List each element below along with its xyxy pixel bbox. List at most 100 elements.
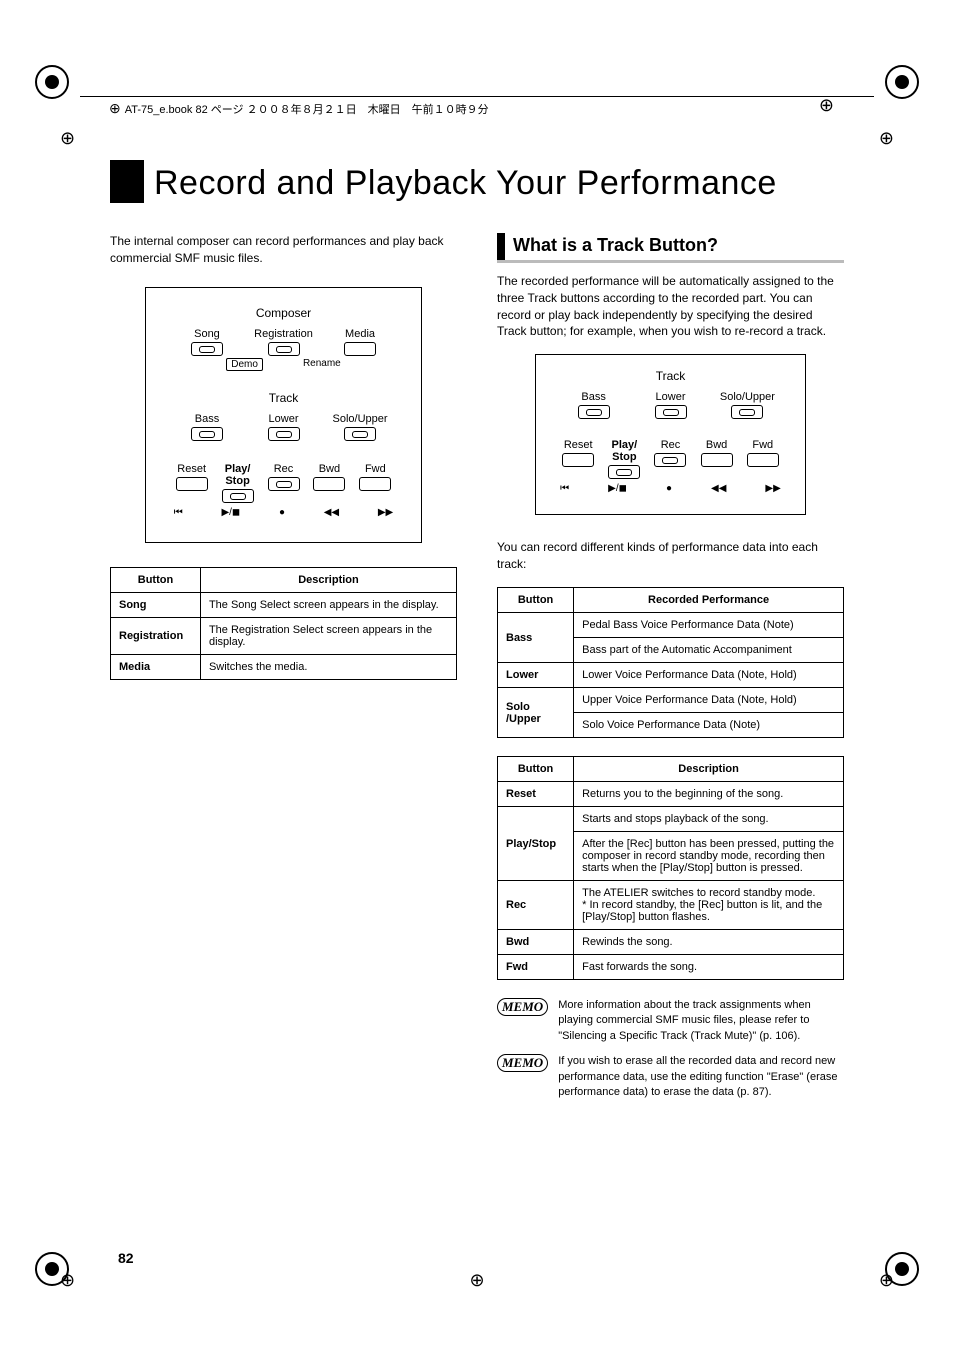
td-key: Rec bbox=[498, 881, 574, 930]
track-panel-figure: Track Bass Lower Solo/Upper Reset Play/ … bbox=[535, 354, 806, 515]
panel-button-icon bbox=[655, 405, 687, 419]
memo-note-2: MEMO If you wish to erase all the record… bbox=[497, 1054, 844, 1100]
th: Button bbox=[498, 588, 574, 613]
td-key: Lower bbox=[498, 663, 574, 688]
panel-button-icon bbox=[268, 477, 300, 491]
panel-button-icon bbox=[176, 477, 208, 491]
header-label: AT-75_e.book 82 ページ ２００８年８月２１日 木曜日 午前１０時… bbox=[105, 100, 493, 117]
panel-button-icon bbox=[562, 453, 594, 467]
td-val: Solo Voice Performance Data (Note) bbox=[574, 713, 844, 738]
td-val: Upper Voice Performance Data (Note, Hold… bbox=[574, 688, 844, 713]
td-key: Registration bbox=[111, 617, 201, 654]
td-val: Pedal Bass Voice Performance Data (Note) bbox=[574, 613, 844, 638]
page-title: Record and Playback Your Performance bbox=[154, 160, 777, 203]
transport-symbol: ▶/◼ bbox=[221, 507, 240, 518]
panel-label: Play/ Stop bbox=[225, 463, 251, 487]
th: Description bbox=[200, 567, 456, 592]
track-subtitle: Track bbox=[174, 391, 394, 405]
panel-label: Bwd bbox=[706, 439, 727, 451]
panel-button-icon bbox=[731, 405, 763, 419]
registration-mark-icon: ⊕ bbox=[879, 128, 894, 149]
page-number: 82 bbox=[118, 1250, 134, 1266]
registration-mark-icon: ⊕ bbox=[469, 1270, 484, 1291]
panel-label: Lower bbox=[656, 391, 686, 403]
panel-label: Rec bbox=[274, 463, 294, 475]
th: Button bbox=[498, 757, 574, 782]
panel-button-icon bbox=[268, 342, 300, 356]
panel-label: Play/ Stop bbox=[612, 439, 638, 463]
panel-button-icon bbox=[747, 453, 779, 467]
panel-button-icon bbox=[313, 477, 345, 491]
intro-text: The internal composer can record perform… bbox=[110, 233, 457, 267]
td-key: Song bbox=[111, 592, 201, 617]
panel-label: Fwd bbox=[365, 463, 386, 475]
panel-button-icon bbox=[654, 453, 686, 467]
panel-button-icon bbox=[222, 489, 254, 503]
panel-button-icon bbox=[191, 427, 223, 441]
memo-icon: MEMO bbox=[497, 998, 548, 1016]
th: Button bbox=[111, 567, 201, 592]
memo-text: If you wish to erase all the recorded da… bbox=[558, 1054, 844, 1100]
panel-label: Solo/Upper bbox=[333, 413, 388, 425]
transport-symbol: ● bbox=[666, 483, 672, 494]
panel-label: Solo/Upper bbox=[720, 391, 775, 403]
section-intro: The recorded performance will be automat… bbox=[497, 273, 844, 340]
registration-mark-icon: ⊕ bbox=[60, 1270, 75, 1291]
td-key: Fwd bbox=[498, 955, 574, 980]
td-val: The Registration Select screen appears i… bbox=[200, 617, 456, 654]
td-val: Bass part of the Automatic Accompaniment bbox=[574, 638, 844, 663]
panel-label: Song bbox=[194, 328, 220, 340]
td-key: Media bbox=[111, 654, 201, 679]
memo-note-1: MEMO More information about the track as… bbox=[497, 998, 844, 1044]
td-val: Switches the media. bbox=[200, 654, 456, 679]
panel-label: Bwd bbox=[319, 463, 340, 475]
transport-symbol: ▶/◼ bbox=[608, 483, 627, 494]
panel-label: Lower bbox=[269, 413, 299, 425]
transport-symbol: ▶▶ bbox=[378, 507, 393, 518]
td-val: Returns you to the beginning of the song… bbox=[574, 782, 844, 807]
panel-button-icon bbox=[344, 427, 376, 441]
panel-label: Rec bbox=[661, 439, 681, 451]
panel-label: Bass bbox=[581, 391, 605, 403]
section-header: What is a Track Button? bbox=[497, 233, 844, 263]
panel-button-icon bbox=[359, 477, 391, 491]
recorded-performance-table: ButtonRecorded Performance BassPedal Bas… bbox=[497, 587, 844, 738]
td-key: Bass bbox=[498, 613, 574, 663]
td-key: Play/Stop bbox=[498, 807, 574, 881]
composer-buttons-table: ButtonDescription SongThe Song Select sc… bbox=[110, 567, 457, 680]
section-bar-icon bbox=[497, 233, 505, 260]
track-note: You can record different kinds of perfor… bbox=[497, 539, 844, 573]
transport-symbol: ⏮ bbox=[560, 483, 569, 494]
track-title: Track bbox=[560, 369, 781, 383]
panel-label: Bass bbox=[195, 413, 219, 425]
td-key: Reset bbox=[498, 782, 574, 807]
section-title: What is a Track Button? bbox=[513, 233, 718, 260]
transport-symbol: ▶▶ bbox=[765, 483, 780, 494]
registration-mark-icon: ⊕ bbox=[879, 1270, 894, 1291]
panel-label: Media bbox=[345, 328, 375, 340]
td-val: Rewinds the song. bbox=[574, 930, 844, 955]
composer-title: Composer bbox=[174, 306, 394, 320]
header-text: AT-75_e.book 82 ページ ２００８年８月２１日 木曜日 午前１０時… bbox=[125, 101, 489, 117]
td-val: Fast forwards the song. bbox=[574, 955, 844, 980]
crop-mark-tl bbox=[35, 65, 69, 99]
connector-label: Demo bbox=[226, 358, 263, 371]
td-val: The ATELIER switches to record standby m… bbox=[574, 881, 844, 930]
panel-label: Fwd bbox=[752, 439, 773, 451]
transport-symbol: ◀◀ bbox=[324, 507, 339, 518]
panel-button-icon bbox=[191, 342, 223, 356]
page-title-row: Record and Playback Your Performance bbox=[110, 160, 844, 203]
connector-label: Rename bbox=[303, 358, 341, 371]
panel-button-icon bbox=[344, 342, 376, 356]
td-val: Starts and stops playback of the song. bbox=[574, 807, 844, 832]
td-val: The Song Select screen appears in the di… bbox=[200, 592, 456, 617]
title-block-icon bbox=[110, 160, 144, 203]
td-val: Lower Voice Performance Data (Note, Hold… bbox=[574, 663, 844, 688]
memo-text: More information about the track assignm… bbox=[558, 998, 844, 1044]
panel-button-icon bbox=[608, 465, 640, 479]
panel-button-icon bbox=[578, 405, 610, 419]
th: Recorded Performance bbox=[574, 588, 844, 613]
registration-mark-icon: ⊕ bbox=[819, 95, 834, 116]
registration-mark-icon: ⊕ bbox=[60, 128, 75, 149]
transport-buttons-table: ButtonDescription ResetReturns you to th… bbox=[497, 756, 844, 980]
